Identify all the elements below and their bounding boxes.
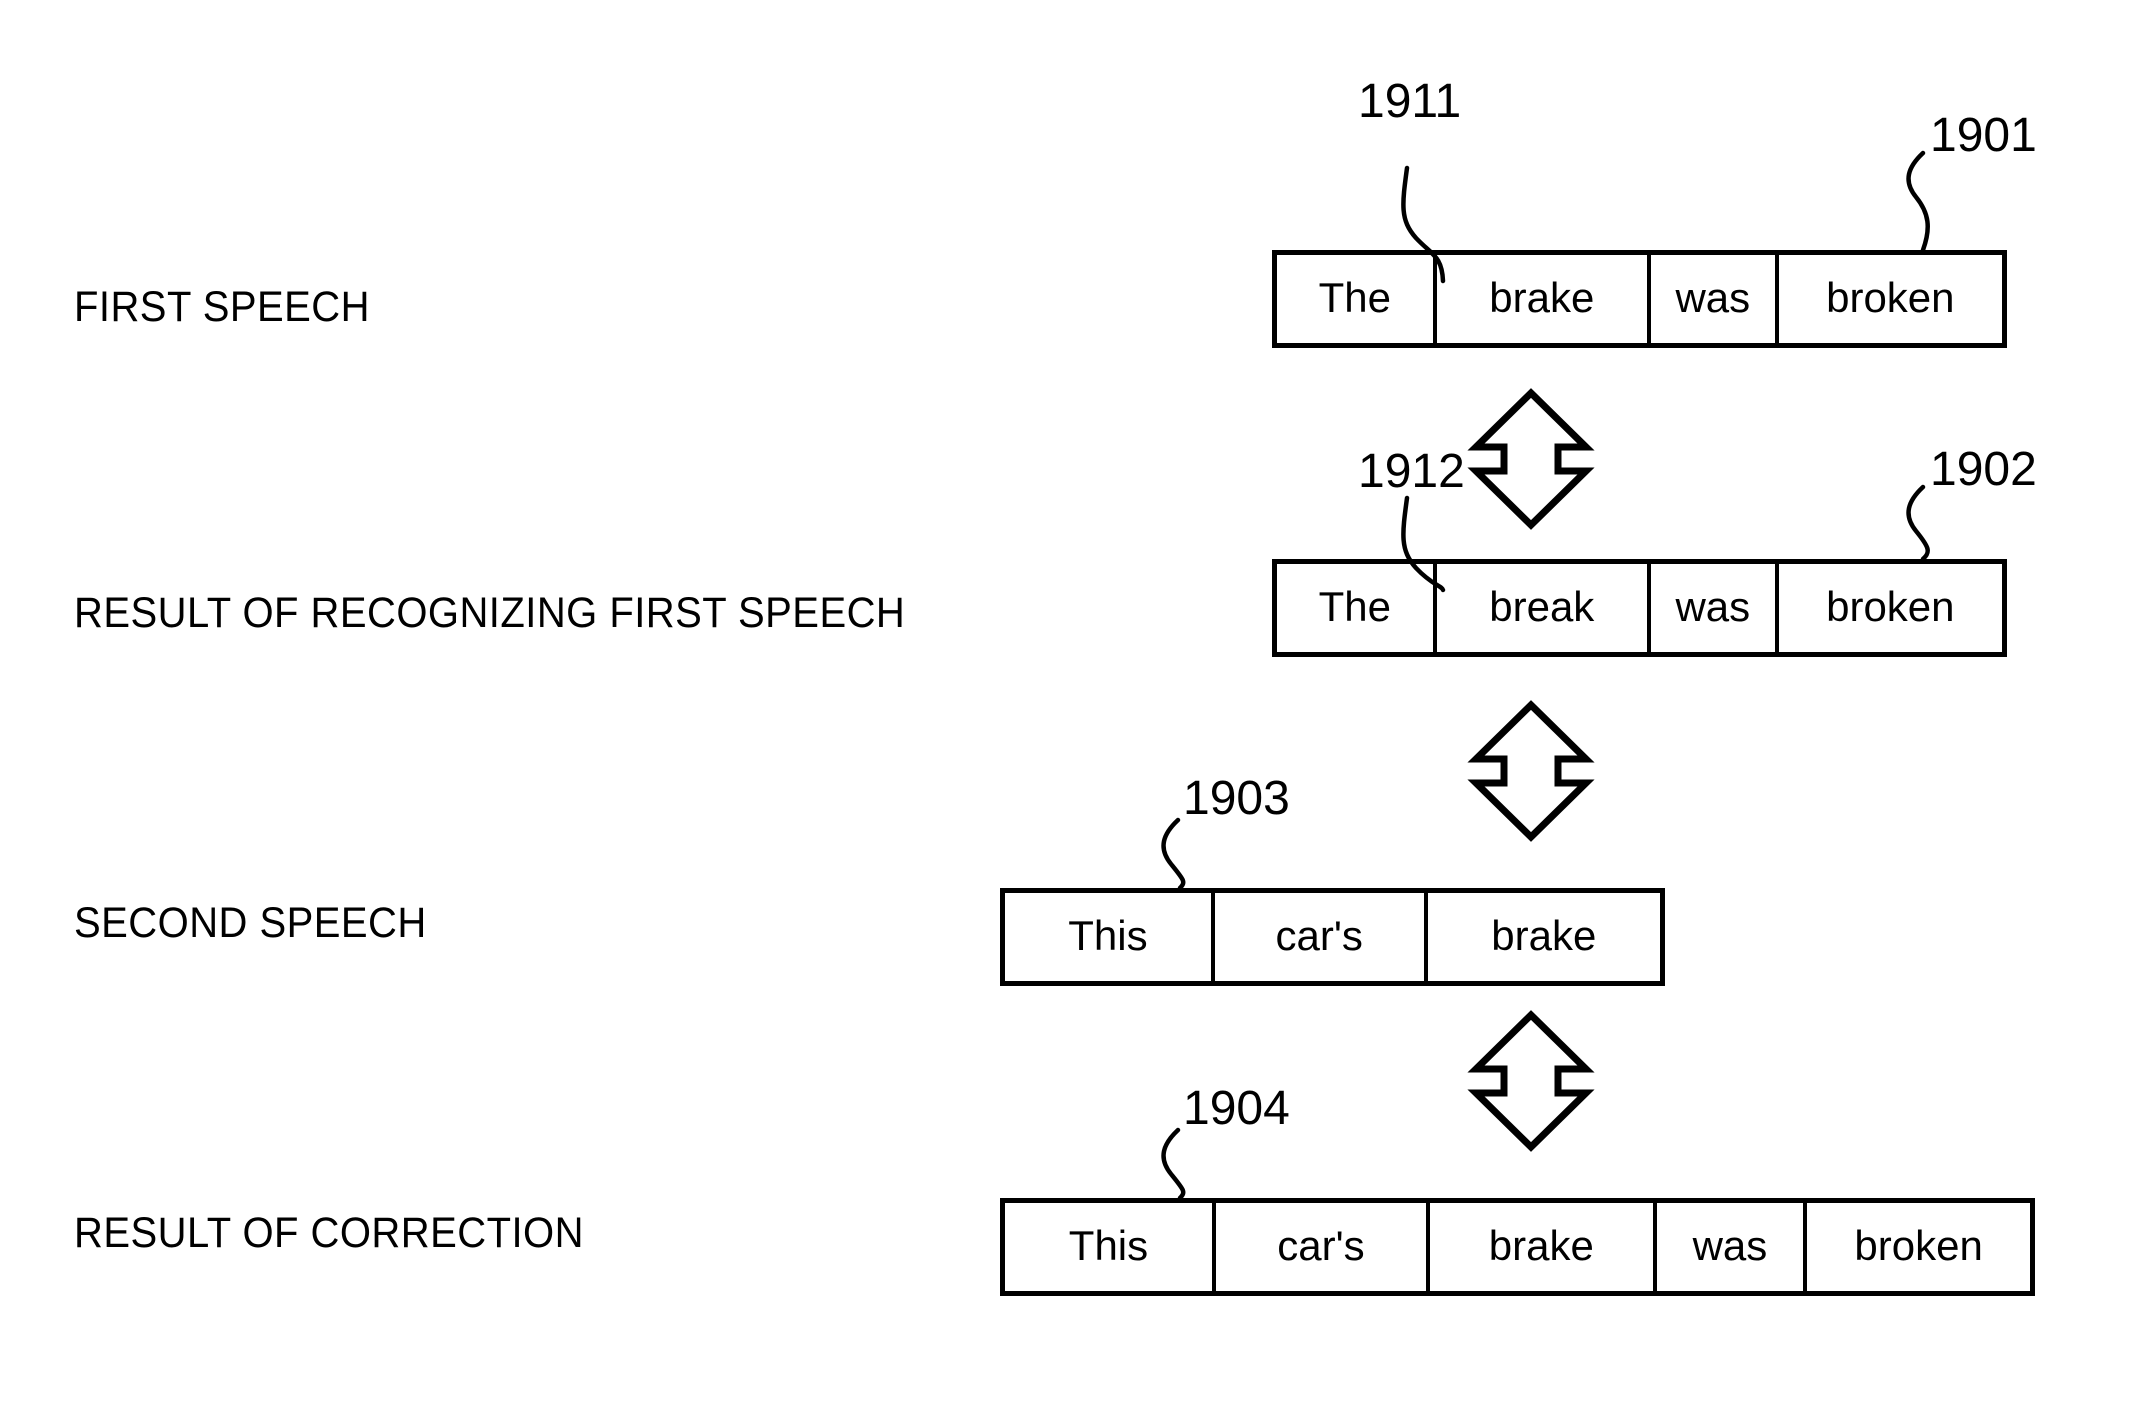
- word-strip-second-speech: This car's brake: [1000, 888, 1665, 986]
- row-label-result-of-correction: RESULT OF CORRECTION: [74, 1209, 584, 1257]
- reference-number-1901: 1901: [1930, 109, 2037, 162]
- row-label-second-speech: SECOND SPEECH: [74, 899, 427, 947]
- word-cell: brake: [1436, 255, 1651, 343]
- word-cell: was: [1656, 1203, 1808, 1291]
- reference-number-1903: 1903: [1183, 772, 1290, 825]
- word-cell: brake: [1427, 893, 1660, 981]
- double-headed-vertical-arrow-icon: [1467, 700, 1595, 842]
- word-cell: car's: [1215, 1203, 1430, 1291]
- word-cell: brake: [1429, 1203, 1657, 1291]
- word-strip-recognition-result: The break was broken: [1272, 559, 2007, 657]
- leader-line-1904: [1161, 1127, 1186, 1201]
- reference-number-1904: 1904: [1183, 1082, 1290, 1135]
- word-cell: broken: [1778, 564, 2002, 652]
- reference-number-1912: 1912: [1358, 445, 1465, 498]
- word-cell: This: [1005, 893, 1215, 981]
- word-cell: car's: [1214, 893, 1428, 981]
- patent-figure: FIRST SPEECH RESULT OF RECOGNIZING FIRST…: [0, 0, 2139, 1402]
- row-label-first-speech: FIRST SPEECH: [74, 283, 370, 331]
- word-cell: broken: [1778, 255, 2002, 343]
- word-cell: was: [1650, 255, 1779, 343]
- figure-line-overlay: [1161, 150, 1930, 1201]
- word-cell: The: [1277, 255, 1437, 343]
- reference-number-1911: 1911: [1358, 75, 1462, 128]
- word-cell: was: [1650, 564, 1779, 652]
- leader-line-1903: [1161, 817, 1186, 891]
- reference-number-1902: 1902: [1930, 443, 2037, 496]
- row-label-result-of-recognizing-first-speech: RESULT OF RECOGNIZING FIRST SPEECH: [74, 589, 906, 637]
- word-cell: This: [1005, 1203, 1216, 1291]
- double-headed-vertical-arrow-icon: [1467, 388, 1595, 530]
- word-strip-first-speech: The brake was broken: [1272, 250, 2007, 348]
- word-strip-correction-result: This car's brake was broken: [1000, 1198, 2035, 1296]
- double-headed-vertical-arrow-icon: [1467, 1010, 1595, 1152]
- word-cell: break: [1436, 564, 1651, 652]
- leader-line-1902: [1906, 484, 1930, 562]
- word-cell: The: [1277, 564, 1437, 652]
- leader-line-1901: [1906, 150, 1930, 253]
- word-cell: broken: [1807, 1203, 2031, 1291]
